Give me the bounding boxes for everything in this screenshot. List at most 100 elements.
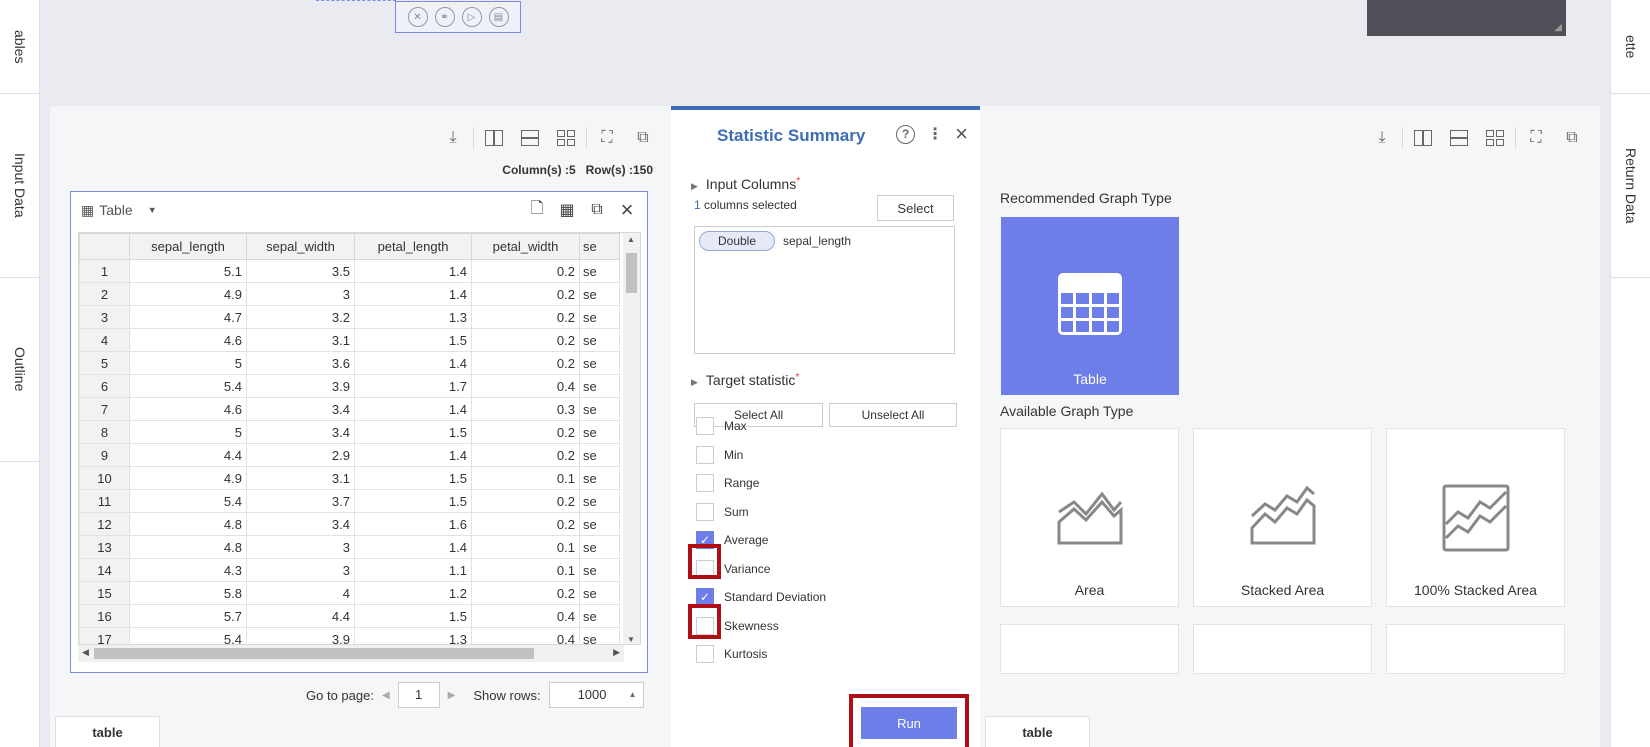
table-row[interactable]: 13 4.8 3 1.4 0.1 se [79,535,620,559]
table-cell: 5 [129,420,247,444]
side-tab-variables[interactable]: ables [0,0,40,94]
add-document-icon[interactable]: 🗋 [527,200,547,220]
checkbox[interactable] [696,474,714,492]
more-options-icon[interactable]: ⋮ [927,124,943,144]
side-tab-return-data[interactable]: Return Data [1611,94,1650,278]
copy-icon[interactable]: ⧉ [587,200,607,220]
link-circle-icon[interactable]: ⚭ [434,7,455,27]
input-columns-label[interactable]: ▶ Input Columns* [691,176,800,192]
table-row[interactable]: 11 5.4 3.7 1.5 0.2 se [79,489,620,513]
tab-table-right[interactable]: table [985,716,1090,747]
table-cell: 0.2 [471,259,580,283]
column-header[interactable]: se [579,233,620,260]
graph-tile-more-1[interactable] [1000,624,1179,674]
stat-option-range[interactable]: Range [696,474,759,492]
table-cell: 3.9 [246,374,355,398]
graph-tile-area[interactable]: Area [1000,428,1179,607]
grid-layout-icon[interactable] [548,124,584,152]
next-page-icon[interactable]: ▶ [448,690,456,701]
table-view-selector[interactable]: ▦ Table ▼ [81,202,157,219]
checkbox[interactable] [696,417,714,435]
expand-caret-icon: ▶ [691,181,698,191]
table-row[interactable]: 12 4.8 3.4 1.6 0.2 se [79,512,620,536]
table-row[interactable]: 14 4.3 3 1.1 0.1 se [79,558,620,582]
table-cell: 4.4 [129,443,247,467]
side-tab-input-data[interactable]: Input Data [0,94,40,278]
table-cell: 3.4 [246,512,355,536]
help-icon[interactable]: ? [896,124,916,144]
open-external-icon[interactable]: ⧉ [625,124,661,152]
table-row[interactable]: 8 5 3.4 1.5 0.2 se [79,420,620,444]
table-cell: 0.2 [471,351,580,375]
page-input[interactable]: 1 [397,682,440,708]
close-circle-icon[interactable]: ✕ [407,7,428,27]
stat-option-min[interactable]: Min [696,445,743,464]
data-preview-panel: ⤓ ⛶ ⧉ Column(s) :5 Row(s) :150 ▦ Table ▼ … [50,106,671,747]
graph-tile-stacked-area[interactable]: Stacked Area [1193,428,1372,607]
target-statistic-label[interactable]: ▶ Target statistic* [691,372,799,388]
left-side-bar: ables Input Data Outline [0,0,40,747]
column-header[interactable]: sepal_length [129,233,247,260]
table-row[interactable]: 16 5.7 4.4 1.5 0.4 se [79,604,620,628]
split-vertical-icon[interactable] [476,124,512,152]
side-tab-palette[interactable]: ette [1611,0,1650,94]
minimap-box[interactable]: ◢ [1367,0,1566,36]
stat-option-max[interactable]: Max [696,417,747,435]
close-icon[interactable]: × [617,197,637,222]
table-row[interactable]: 1 5.1 3.5 1.4 0.2 se [79,259,620,283]
table-cell: se [579,351,620,375]
horizontal-scrollbar[interactable]: ◀ ▶ [78,645,624,662]
run-button[interactable]: Run [861,707,957,739]
stat-option-kurtosis[interactable]: Kurtosis [696,645,767,663]
graph-tile-more-2[interactable] [1193,624,1372,674]
tab-table-left[interactable]: table [55,716,160,747]
area-chart-icon [1057,491,1123,545]
graph-tile-table[interactable]: Table [1001,217,1179,395]
table-row[interactable]: 15 5.8 4 1.2 0.2 se [79,581,620,605]
close-panel-icon[interactable]: × [955,123,968,145]
stat-label: Average [724,533,769,547]
table-row[interactable]: 6 5.4 3.9 1.7 0.4 se [79,374,620,398]
play-circle-icon[interactable]: ▷ [461,7,482,27]
selected-columns-box: Double sepal_length [694,226,955,354]
stat-label: Sum [724,504,749,519]
resize-handle-icon[interactable]: ◢ [1554,22,1562,33]
table-row[interactable]: 5 5 3.6 1.4 0.2 se [79,351,620,375]
download-icon[interactable]: ⤓ [435,124,471,152]
fullscreen-icon[interactable]: ⛶ [1518,124,1554,152]
vertical-scrollbar[interactable]: ▲ ▼ [623,233,640,644]
table-row[interactable]: 17 5.4 3.9 1.3 0.4 se [79,627,620,644]
split-horizontal-icon[interactable] [1441,124,1477,152]
table-row[interactable]: 3 4.7 3.2 1.3 0.2 se [79,305,620,329]
split-horizontal-icon[interactable] [512,124,548,152]
column-name: sepal_length [783,234,852,248]
download-icon[interactable]: ⤓ [1364,124,1400,152]
column-header[interactable]: sepal_width [246,233,355,260]
table-row[interactable]: 9 4.4 2.9 1.4 0.2 se [79,443,620,467]
split-vertical-icon[interactable] [1405,124,1441,152]
select-columns-button[interactable]: Select [877,195,954,221]
unselect-all-button[interactable]: Unselect All [829,403,957,427]
column-header[interactable]: petal_width [471,233,580,260]
table-row[interactable]: 10 4.9 3.1 1.5 0.1 se [79,466,620,490]
fullscreen-icon[interactable]: ⛶ [589,124,625,152]
stat-option-sum[interactable]: Sum [696,502,749,521]
column-header[interactable]: petal_length [354,233,472,260]
table-row[interactable]: 2 4.9 3 1.4 0.2 se [79,282,620,306]
table-cell: 0.2 [471,581,580,605]
table-row[interactable]: 7 4.6 3.4 1.4 0.3 se [79,397,620,421]
graph-tile-more-3[interactable] [1386,624,1565,674]
checkbox[interactable] [696,445,714,464]
checkbox[interactable] [696,502,714,521]
open-external-icon[interactable]: ⧉ [1554,124,1590,152]
checkbox[interactable] [696,645,714,663]
grid-layout-icon[interactable] [1477,124,1513,152]
table-cell: 3.1 [246,328,355,352]
show-rows-select[interactable]: 1000 [548,682,644,708]
side-tab-outline[interactable]: Outline [0,278,40,462]
clipboard-circle-icon[interactable]: ▤ [488,7,509,27]
table-row[interactable]: 4 4.6 3.1 1.5 0.2 se [79,328,620,352]
prev-page-icon[interactable]: ◀ [382,690,390,701]
table-settings-icon[interactable]: ▦ [557,200,577,220]
graph-tile-100-stacked-area[interactable]: 100% Stacked Area [1386,428,1565,607]
